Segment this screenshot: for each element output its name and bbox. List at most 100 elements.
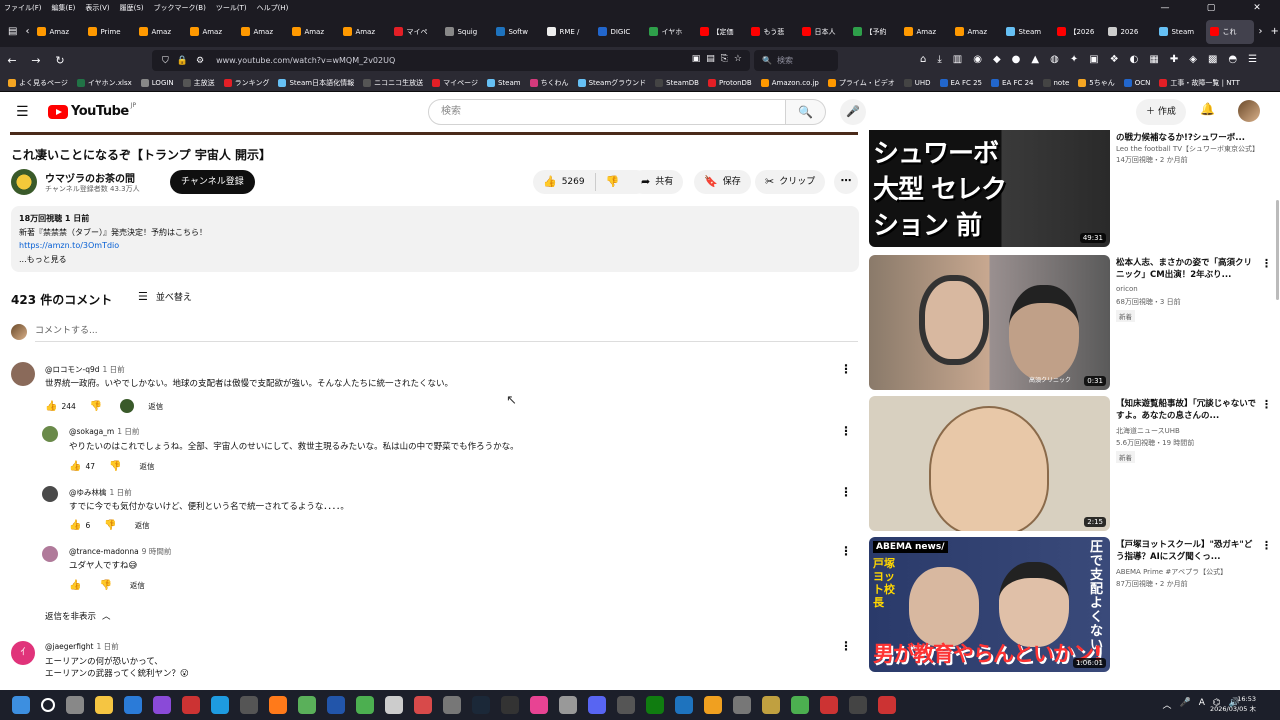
browser-search-input[interactable]: 🔍 検索: [754, 50, 838, 71]
create-button[interactable]: ＋ 作成: [1136, 99, 1186, 125]
more-actions-button[interactable]: ⋯: [834, 170, 858, 194]
app-icon[interactable]: [819, 696, 838, 714]
comment-like-button[interactable]: 👍: [69, 580, 85, 591]
extension-icon[interactable]: ☰: [1248, 54, 1257, 65]
comment-author[interactable]: @ロコモン-q9d: [45, 365, 100, 374]
browser-tab[interactable]: Amaz: [900, 20, 950, 44]
browser-tab[interactable]: 日本人: [798, 20, 848, 44]
comment-dislike-button[interactable]: 👎: [104, 520, 120, 531]
reader-view-icon[interactable]: ▤: [706, 54, 715, 64]
chrome-icon[interactable]: [355, 696, 374, 714]
browser-tab[interactable]: 【定価: [696, 20, 746, 44]
bookmark-item[interactable]: SteamDB: [655, 78, 699, 87]
bookmark-item[interactable]: Steam日本語化情報: [278, 78, 354, 88]
comment-author[interactable]: @trance-madonna: [69, 547, 139, 556]
bookmark-item[interactable]: 工事・故障一覧 | NTT: [1159, 78, 1240, 88]
extension-icon[interactable]: ◈: [1189, 54, 1197, 65]
tab-scroll-right-icon[interactable]: ›: [1254, 26, 1266, 37]
comment-time[interactable]: 9 時間前: [142, 547, 172, 556]
bookmark-item[interactable]: マイページ: [432, 78, 478, 88]
url-bar[interactable]: ⛉ 🔒 ⚙ www.youtube.com/watch?v=wMQM_2v02U…: [152, 50, 750, 71]
browser-tab[interactable]: DIGIC: [594, 20, 644, 44]
bookmark-item[interactable]: EA FC 25: [939, 78, 982, 87]
browser-tab[interactable]: これ: [1206, 19, 1255, 44]
browser-tab[interactable]: Amaz: [237, 20, 287, 44]
minimize-button[interactable]: —: [1142, 0, 1188, 16]
app-icon[interactable]: [761, 696, 780, 714]
bookmark-item[interactable]: 5ちゃん: [1078, 78, 1115, 88]
comment-time[interactable]: 1 日前: [110, 488, 132, 497]
extension-icon[interactable]: ◐: [1130, 54, 1139, 65]
bookmark-item[interactable]: Amazon.co.jp: [760, 78, 819, 87]
search-button[interactable]: 🔍: [786, 99, 826, 125]
reload-icon[interactable]: ↻: [48, 54, 72, 67]
app-icon[interactable]: [384, 696, 403, 714]
hide-replies-button[interactable]: 返信を非表示 ︿: [45, 610, 111, 622]
browser-tab[interactable]: 【予約: [849, 20, 899, 44]
translate-icon[interactable]: ⎘: [721, 54, 728, 64]
picture-in-picture-icon[interactable]: ▣: [692, 54, 701, 64]
bookmark-star-icon[interactable]: ☆: [734, 54, 742, 64]
app-icon[interactable]: [413, 696, 432, 714]
video-description[interactable]: 18万回視聴 1 日前 新著『禁禁禁（タブー）』発売決定！予約はこちら！ htt…: [11, 206, 859, 272]
bookmark-item[interactable]: OCN: [1123, 78, 1150, 87]
browser-tab[interactable]: マイペ: [390, 20, 440, 44]
comment-like-button[interactable]: 👍: [45, 401, 61, 412]
app-icon[interactable]: [442, 696, 461, 714]
menubar-item[interactable]: 表示(V): [85, 3, 109, 13]
comment-avatar[interactable]: [11, 362, 35, 386]
sidebar-video[interactable]: シュワーボ 大型 セレクション 前 49:31 の戦力候補なるか!?シュワーボ...…: [869, 130, 1269, 247]
extension-icon[interactable]: ◆: [993, 54, 1001, 65]
font-icon[interactable]: A: [1199, 698, 1205, 711]
sidebar-video[interactable]: 高須クリニック 0:31 松本人志、まさかの姿で「高須クリニック」CM出演！2年ぶり…: [869, 255, 1272, 390]
discord-icon[interactable]: [587, 696, 606, 714]
show-more-link[interactable]: ...もっと見る: [19, 253, 851, 267]
sidebar-channel-name[interactable]: 北海道ニュースUHB: [1116, 426, 1180, 436]
reply-button[interactable]: 返信: [148, 401, 163, 412]
comment-avatar[interactable]: [42, 486, 58, 502]
account-avatar[interactable]: [1238, 100, 1260, 122]
menubar-item[interactable]: ヘルプ(H): [257, 3, 289, 13]
sidebar-menu-icon[interactable]: ⋮: [1261, 539, 1272, 552]
subscribe-button[interactable]: チャンネル登録: [170, 170, 255, 194]
video-thumbnail[interactable]: シュワーボ 大型 セレクション 前 49:31: [869, 130, 1110, 247]
windows-icon[interactable]: [11, 696, 30, 714]
extension-icon[interactable]: ✚: [1170, 54, 1178, 65]
tab-list-icon[interactable]: ▤: [4, 26, 21, 37]
browser-tab[interactable]: Amaz: [33, 20, 83, 44]
browser-tab[interactable]: Amaz: [951, 20, 1001, 44]
browser-tab[interactable]: Steam: [1002, 20, 1052, 44]
comment-avatar[interactable]: ｲ: [11, 641, 35, 665]
extension-icon[interactable]: ◍: [1050, 54, 1059, 65]
home-icon[interactable]: ⌂: [920, 54, 926, 65]
browser-tab[interactable]: Prime: [84, 20, 134, 44]
extension-icon[interactable]: ▣: [1089, 54, 1098, 65]
app-icon[interactable]: [123, 696, 142, 714]
sidebar-channel-name[interactable]: ABEMA Prime #アベプラ【公式】: [1116, 567, 1227, 577]
sidebar-channel-name[interactable]: Leo the football TV【シュワーボ東京公式】: [1116, 144, 1259, 154]
menubar-item[interactable]: ツール(T): [216, 3, 247, 13]
comment-dislike-button[interactable]: 👎: [90, 401, 106, 412]
notifications-bell-icon[interactable]: 🔔: [1200, 102, 1215, 116]
sidebar-video-title[interactable]: の戦力候補なるか!?シュワーボ...: [1116, 132, 1256, 144]
comment-time[interactable]: 1 日前: [96, 642, 118, 651]
search-icon[interactable]: [40, 698, 55, 712]
browser-tab[interactable]: Steam: [1155, 20, 1205, 44]
sidebar-video-title[interactable]: 松本人志、まさかの姿で「高須クリニック」CM出演！2年ぶり...: [1116, 257, 1256, 281]
sidebar-video-title[interactable]: 【戸塚ヨットスクール】"恐ガキ"どう指導？AIにスグ聞くっ...: [1116, 539, 1256, 563]
comment-time[interactable]: 1 日前: [117, 427, 139, 436]
extension-icon[interactable]: ◓: [1228, 54, 1237, 65]
video-thumbnail[interactable]: 高須クリニック 0:31: [869, 255, 1110, 390]
back-icon[interactable]: ←: [0, 54, 24, 67]
sidebar-video[interactable]: ABEMA news/圧で支配よくない 戸塚ヨット校長 男が教育やらんといかン! 1:…: [869, 537, 1272, 672]
reply-button[interactable]: 返信: [135, 520, 150, 531]
bookmark-item[interactable]: ランキング: [223, 78, 269, 88]
app-icon[interactable]: [500, 696, 519, 714]
video-thumbnail[interactable]: ABEMA news/圧で支配よくない 戸塚ヨット校長 男が教育やらんといかン! 1:…: [869, 537, 1110, 672]
app-icon[interactable]: [326, 696, 345, 714]
comment-author[interactable]: @sokaga_m: [69, 427, 114, 436]
comment-time[interactable]: 1 日前: [103, 365, 125, 374]
extension-icon[interactable]: ▩: [1208, 54, 1217, 65]
app-icon[interactable]: [297, 696, 316, 714]
browser-tab[interactable]: 2026: [1104, 20, 1154, 44]
